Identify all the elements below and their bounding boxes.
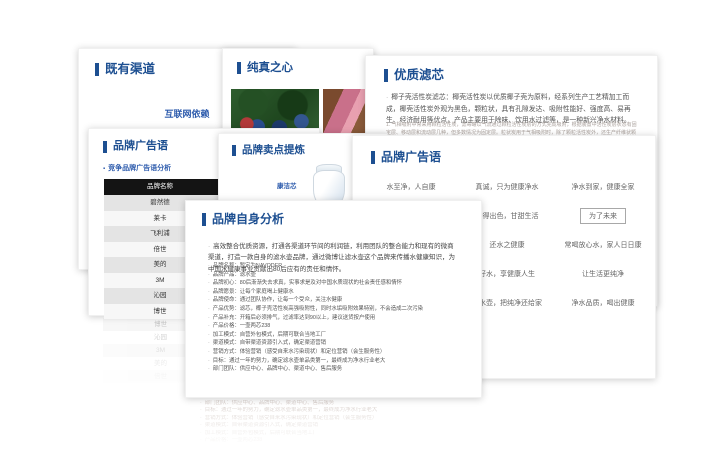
- bullet-dot-icon: ·: [386, 94, 388, 101]
- slogan-cell: 净水品质，喝出健康: [555, 288, 651, 317]
- analysis-bullet: 品牌使命：通过团队协作，让每一个受众，关注水健康: [208, 296, 466, 305]
- analysis-bullet: 产品补充：开箱后必须排气，过滤率达到90以上，建议送货按户使用: [208, 314, 466, 323]
- slogan-cell-selected[interactable]: 为了未来: [555, 201, 651, 230]
- reflection-line: 部门团队：供应中心、品牌中心、渠道中心、售后服务: [200, 400, 480, 407]
- reflection-line: 营销方式：体验营销（感受自来水污染现状）和定位营销（会生服务性）: [200, 415, 480, 422]
- slide-title: 品牌广告语: [371, 151, 441, 164]
- reflection-line: 加工模式：自营外包模式，后期可联合当地工厂: [200, 430, 480, 437]
- slogan-cell: 常喝放心水，家人日日康: [555, 230, 651, 259]
- bullet-dot-icon: ·: [208, 243, 210, 250]
- analysis-bullet: 部门团队：供应中心、品牌中心、渠道中心、售后服务: [208, 365, 466, 374]
- product-label: 康洁芯: [277, 180, 297, 190]
- analysis-bullet: 产品优势：滤芯，椰子壳活性炭高强吸附性，同时水垢吸附效果特别，不会造成二次污染: [208, 305, 466, 314]
- slide-subtitle: 竞争品牌广告语分析: [103, 163, 171, 173]
- slogan-cell: 让生活更纯净: [555, 259, 651, 288]
- slide-title: 品牌自身分析: [202, 213, 284, 226]
- analysis-bullet: 产品价格：一壶两芯238: [208, 322, 466, 331]
- analysis-reflection: 部门团队：供应中心、品牌中心、渠道中心、售后服务 目标：通过一年的努力，确定滤水…: [200, 400, 480, 444]
- slide-title: 品牌广告语: [103, 141, 168, 153]
- table-header-brand-name: 品牌名称: [104, 179, 216, 195]
- analysis-bullet: 品牌名称：暂定为NAVODER: [208, 262, 466, 271]
- slogan-cell: 净水到家，健康全家: [555, 172, 651, 201]
- analysis-bullet: 渠道模式：自带渠道资源引入式，确定渠道营销: [208, 339, 466, 348]
- slide-title: 品牌卖点提炼: [232, 145, 305, 156]
- analysis-bullet: 品牌产品：滤水壶: [208, 271, 466, 280]
- reflection-line: 渠道模式：自带渠道资源引入式，确定渠道营销: [200, 422, 480, 429]
- analysis-bullet: 目标：通过一年的努力，确定滤水壶单品类第一，最终成为净水行业老大: [208, 357, 466, 366]
- slide-collage: 既有渠道 互联网依赖 高频次沟通 纯真之心 优质滤芯 ·椰子壳活性炭滤芯：椰壳活…: [0, 0, 722, 451]
- slide-title: 纯真之心: [237, 62, 293, 74]
- analysis-bullet: 品牌初心：80后渐渐失去求真，实事求是及对中国水质现状的社会责任感和情怀: [208, 279, 466, 288]
- analysis-bullet: 加工模式：自营外包模式，后期可联合当地工厂: [208, 331, 466, 340]
- slogan-cell: 水至净，人自康: [363, 172, 459, 201]
- filter-description-text: 椰子壳活性炭滤芯：椰壳活性炭以优质椰子壳为原料，经系列生产工艺精加工而成，椰壳活…: [386, 94, 631, 124]
- analysis-bullet: 营销方式：体验营销（感受自来水污染现状）和定位营销（会生服务性）: [208, 348, 466, 357]
- reflection-line: 目标：通过一年的努力，确定滤水壶单品类第一，最终成为净水行业老大: [200, 407, 480, 414]
- reflection-line: 产品价格：一壶两芯238: [200, 437, 480, 444]
- slogan-cell: 真诚，只为健康净水: [459, 172, 555, 201]
- slide-brand-self-analysis[interactable]: 品牌自身分析 ·高效整合优质资源，打通各渠道环节间的利润链，利用团队的整合能力和…: [185, 200, 482, 398]
- analysis-bullet: 品牌愿景：让每个家庭喝上健康水: [208, 288, 466, 297]
- slide-title: 优质滤芯: [384, 69, 444, 82]
- analysis-bullet-list: 品牌名称：暂定为NAVODER 品牌产品：滤水壶 品牌初心：80后渐渐失去求真，…: [208, 262, 466, 374]
- slide-title: 既有渠道: [95, 63, 155, 76]
